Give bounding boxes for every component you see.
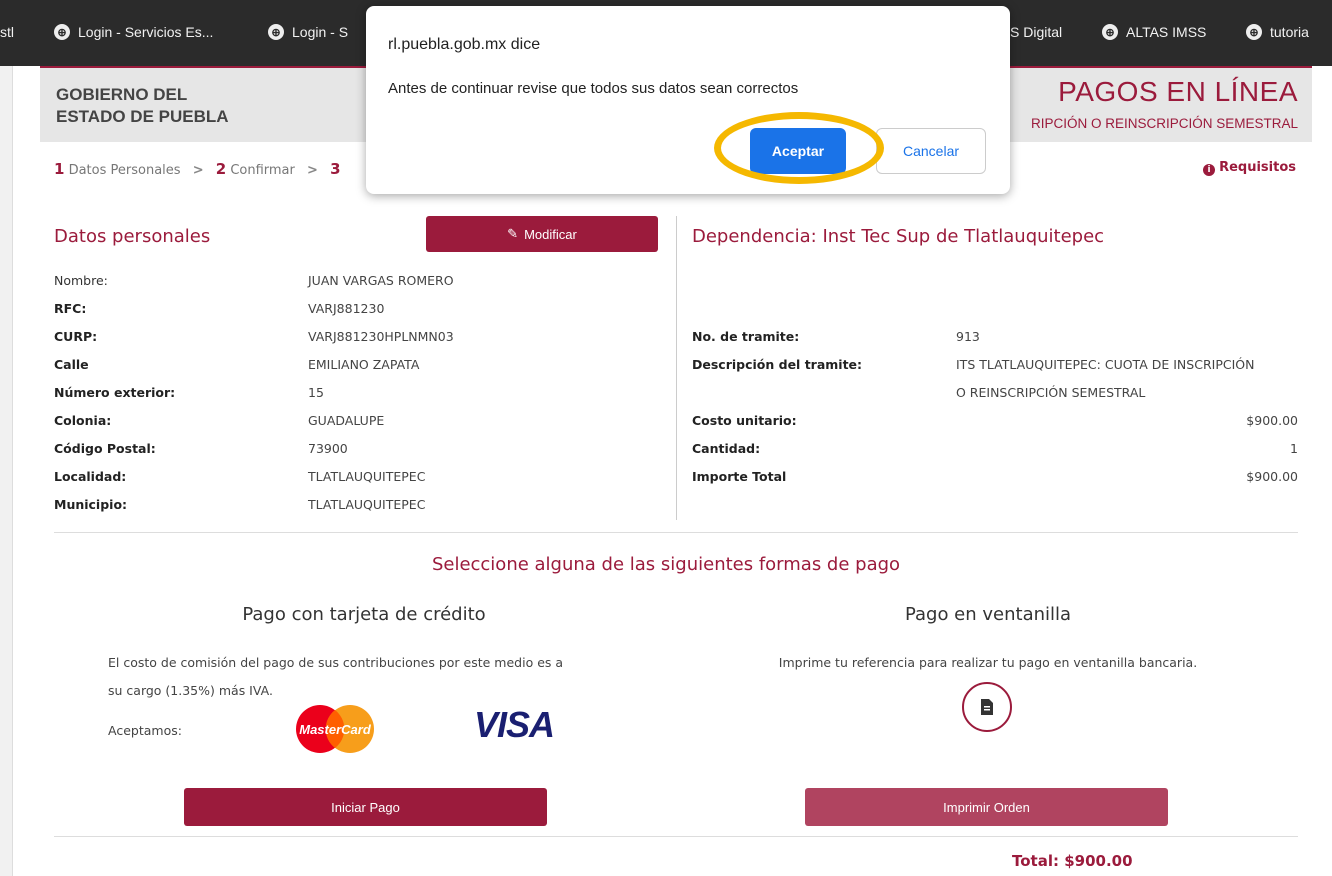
- step-1-number: 1: [54, 160, 65, 178]
- bookmark-item[interactable]: stl: [0, 22, 14, 42]
- field-label: Colonia:: [54, 413, 112, 428]
- window-payment-title: Pago en ventanilla: [904, 604, 1072, 625]
- bookmark-item[interactable]: ⊕ tutoria: [1246, 22, 1309, 42]
- globe-icon: ⊕: [1102, 24, 1118, 40]
- svg-text:MasterCard: MasterCard: [299, 722, 372, 737]
- page-left-edge: [0, 66, 13, 876]
- card-payment-title: Pago con tarjeta de crédito: [242, 604, 486, 625]
- print-order-button[interactable]: Imprimir Orden: [805, 788, 1168, 826]
- unit-cost-label: Costo unitario:: [692, 413, 797, 428]
- globe-icon: ⊕: [54, 24, 70, 40]
- globe-icon: ⊕: [1246, 24, 1262, 40]
- field-value: TLATLAUQUITEPEC: [308, 469, 426, 484]
- government-logo-text: GOBIERNO DEL ESTADO DE PUEBLA: [56, 85, 229, 126]
- card-note-line1: El costo de comisión del pago de sus con…: [108, 655, 564, 670]
- bookmark-item[interactable]: ⊕ Login - Servicios Es...: [54, 22, 213, 42]
- field-label: CURP:: [54, 329, 98, 344]
- description-value-line2: O REINSCRIPCIÓN SEMESTRAL: [956, 385, 1146, 400]
- file-icon: [981, 699, 993, 715]
- total-amount-label: Importe Total: [692, 469, 787, 484]
- page-subtitle: RIPCIÓN O REINSCRIPCIÓN SEMESTRAL: [1030, 116, 1298, 131]
- modify-button[interactable]: ✎ Modificar: [426, 216, 658, 252]
- field-value: TLATLAUQUITEPEC: [308, 497, 426, 512]
- globe-icon: ⊕: [268, 24, 284, 40]
- visa-logo: VISA: [474, 704, 555, 745]
- personal-data-title: Datos personales: [54, 226, 211, 247]
- dependency-title: Dependencia: Inst Tec Sup de Tlatlauquit…: [692, 226, 1105, 247]
- highlight-circle: [714, 112, 884, 184]
- field-value: 15: [308, 385, 324, 400]
- step-3-number: 3: [330, 160, 341, 178]
- requisitos-link[interactable]: i Requisitos: [1203, 160, 1296, 176]
- window-payment-note: Imprime tu referencia para realizar tu p…: [778, 655, 1198, 670]
- dialog-message: Antes de continuar revise que todos sus …: [388, 80, 799, 97]
- payment-options-heading: Seleccione alguna de las siguientes form…: [431, 554, 901, 575]
- tramite-label: No. de tramite:: [692, 329, 800, 344]
- description-label: Descripción del tramite:: [692, 357, 863, 372]
- mastercard-logo: MasterCard: [296, 705, 374, 753]
- accept-label: Aceptamos:: [108, 723, 182, 738]
- field-label: Municipio:: [54, 497, 128, 512]
- start-payment-button[interactable]: Iniciar Pago: [184, 788, 547, 826]
- step-2-number: 2: [215, 160, 227, 178]
- field-value: VARJ881230: [308, 301, 385, 316]
- unit-cost-value: $900.00: [1246, 413, 1298, 428]
- field-value: EMILIANO ZAPATA: [308, 357, 420, 372]
- pencil-icon: ✎: [507, 226, 519, 241]
- field-label: Calle: [54, 357, 89, 372]
- chevron-right-icon: >: [307, 163, 318, 178]
- page-title: PAGOS EN LÍNEA: [1058, 76, 1298, 107]
- quantity-label: Cantidad:: [692, 441, 761, 456]
- field-label: Número exterior:: [54, 385, 176, 400]
- document-icon[interactable]: [962, 682, 1012, 732]
- field-label: Código Postal:: [54, 441, 156, 456]
- field-label: Localidad:: [54, 469, 127, 484]
- confirm-dialog: rl.puebla.gob.mx dice Antes de continuar…: [366, 6, 1010, 194]
- step-2-label: Confirmar: [230, 163, 295, 178]
- column-divider: [676, 216, 677, 520]
- field-value: JUAN VARGAS ROMERO: [308, 273, 454, 288]
- cancel-button[interactable]: Cancelar: [876, 128, 986, 174]
- bookmark-item[interactable]: ⊕ ALTAS IMSS: [1102, 22, 1206, 42]
- chevron-right-icon: >: [192, 163, 204, 178]
- quantity-value: 1: [1290, 441, 1298, 456]
- divider: [54, 532, 1298, 533]
- description-value-line1: ITS TLATLAUQUITEPEC: CUOTA DE INSCRIPCIÓ…: [956, 357, 1255, 372]
- breadcrumb-steps: 1 Datos Personales > 2 Confirmar > 3: [54, 160, 341, 178]
- total-amount-value: $900.00: [1246, 469, 1298, 484]
- bookmark-item[interactable]: S Digital: [1010, 22, 1062, 42]
- field-value: GUADALUPE: [308, 413, 385, 428]
- divider: [54, 836, 1298, 837]
- tramite-value: 913: [956, 329, 980, 344]
- info-icon: i: [1203, 164, 1216, 176]
- field-label: RFC:: [54, 301, 87, 316]
- order-total: Total: $900.00: [1012, 852, 1133, 870]
- field-label: Nombre:: [54, 273, 108, 288]
- step-1-label: Datos Personales: [68, 163, 181, 178]
- bookmark-item[interactable]: ⊕ Login - S: [268, 22, 348, 42]
- card-note-line2: su cargo (1.35%) más IVA.: [108, 683, 273, 698]
- dialog-title: rl.puebla.gob.mx dice: [388, 36, 541, 53]
- field-value: VARJ881230HPLNMN03: [308, 329, 454, 344]
- field-value: 73900: [308, 441, 348, 456]
